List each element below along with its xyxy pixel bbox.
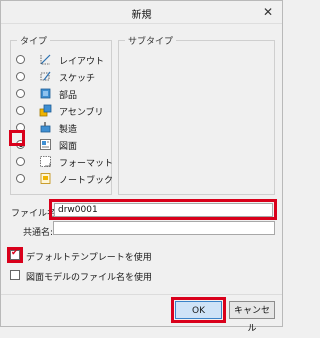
- radio-notebook[interactable]: [16, 174, 25, 183]
- filename-highlight: [49, 199, 277, 220]
- dialog-title: 新規: [131, 10, 152, 21]
- ok-button[interactable]: OK: [175, 301, 222, 319]
- cancel-button[interactable]: キャンセル: [229, 301, 275, 334]
- type-label-notebook: ノートブック: [59, 176, 114, 186]
- drawing-icon: [40, 139, 51, 150]
- type-label-drawing: 図面: [59, 142, 78, 152]
- format-icon: [40, 156, 51, 167]
- notebook-icon: [40, 173, 51, 184]
- type-item-assembly[interactable]: アセンブリ: [11, 102, 111, 118]
- radio-sketch[interactable]: [16, 72, 25, 81]
- subtype-group: サブタイプ: [118, 34, 275, 195]
- type-label-format: フォーマット: [59, 159, 114, 169]
- drawing-radio-highlight: [9, 130, 25, 146]
- type-item-manufacturing[interactable]: 製造: [11, 119, 111, 135]
- assembly-icon: [39, 104, 52, 117]
- close-button[interactable]: ✕: [260, 4, 276, 20]
- type-item-layout[interactable]: レイアウト: [11, 51, 111, 67]
- radio-format[interactable]: [16, 157, 25, 166]
- type-group: タイプ レイアウト スケッチ 部品 アセンブリ 製造 図面 フォーマット ノート…: [10, 34, 114, 195]
- type-group-label: タイプ: [17, 34, 51, 47]
- radio-layout[interactable]: [16, 55, 25, 64]
- model-filename-checkbox[interactable]: [10, 270, 20, 280]
- type-label-part: 部品: [59, 91, 78, 101]
- model-filename-label: 図面モデルのファイル名を使用: [26, 273, 153, 283]
- layout-icon: [40, 54, 51, 65]
- close-icon: ✕: [262, 5, 274, 19]
- default-template-checkbox[interactable]: [10, 248, 20, 260]
- default-template-label: デフォルトテンプレートを使用: [26, 253, 152, 263]
- radio-part[interactable]: [16, 89, 25, 98]
- type-item-sketch[interactable]: スケッチ: [11, 68, 111, 84]
- type-item-notebook[interactable]: ノートブック: [11, 170, 114, 186]
- type-item-drawing[interactable]: 図面: [11, 136, 111, 152]
- subtype-group-label: サブタイプ: [125, 34, 177, 47]
- common-name-input[interactable]: [53, 221, 275, 235]
- radio-assembly[interactable]: [16, 106, 25, 115]
- manufacturing-icon: [40, 122, 51, 133]
- type-label-layout: レイアウト: [59, 57, 105, 67]
- common-name-label: 共通名:: [23, 228, 54, 238]
- type-item-format[interactable]: フォーマット: [11, 153, 114, 169]
- title-bar: 新規 ✕: [1, 1, 282, 24]
- part-icon: [40, 88, 51, 99]
- type-item-part[interactable]: 部品: [11, 85, 111, 101]
- type-label-assembly: アセンブリ: [59, 108, 104, 118]
- sketch-icon: [40, 71, 51, 81]
- type-label-manufacturing: 製造: [59, 125, 78, 135]
- type-label-sketch: スケッチ: [59, 74, 96, 84]
- new-dialog: 新規 ✕ タイプ レイアウト スケッチ 部品 アセンブリ 製造 図面 フォーマッ…: [0, 0, 283, 334]
